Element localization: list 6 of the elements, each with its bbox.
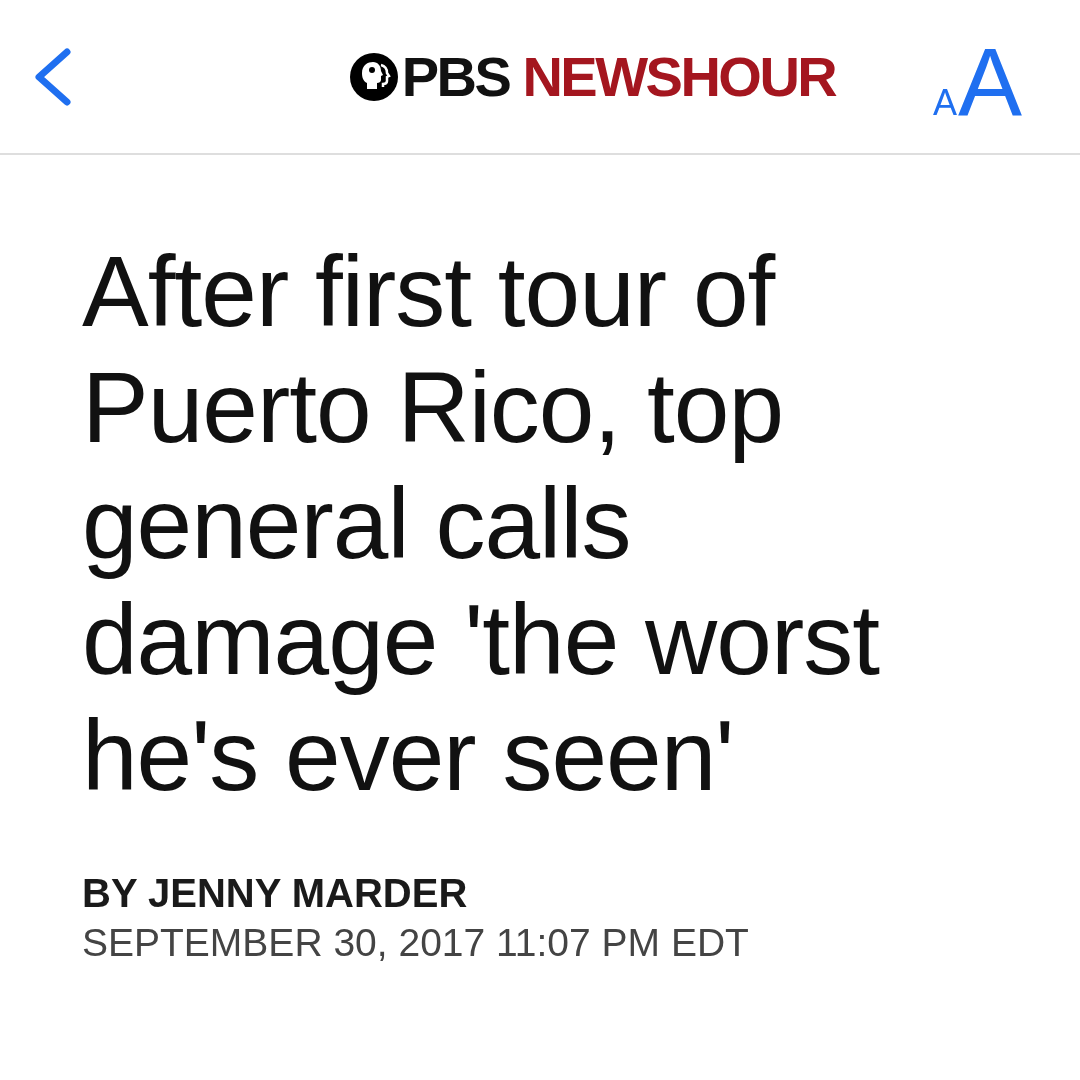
logo-wordmark: PBS NEWSHOUR [401, 48, 836, 105]
text-size-button[interactable]: AA [932, 33, 1022, 130]
article-headline: After first tour of Puerto Rico, top general calls damage 'the worst he's ever seen' [82, 234, 881, 813]
head-profile-logo-icon [349, 52, 398, 101]
byline: BY JENNY MARDER [82, 870, 469, 917]
publish-date: SEPTEMBER 30, 2017 11:07 PM EDT [82, 920, 750, 966]
